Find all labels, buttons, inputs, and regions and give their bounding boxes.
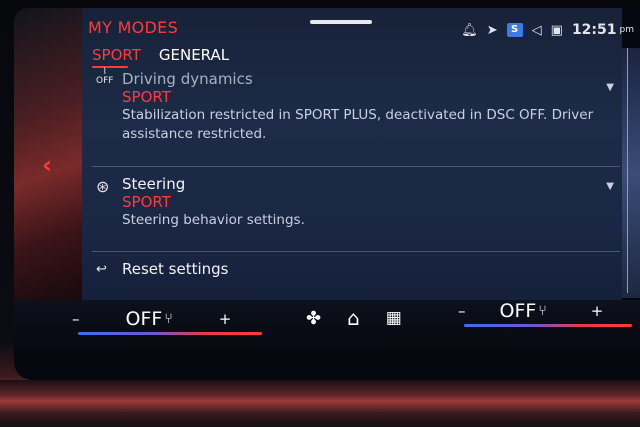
- left-seat-heat-control: – OFF ⑂ +: [72, 308, 231, 330]
- left-seat-value[interactable]: OFF: [126, 308, 163, 330]
- volume-icon[interactable]: ◁: [532, 23, 542, 38]
- setting-description: Steering behavior settings.: [122, 212, 305, 228]
- chevron-down-icon[interactable]: ▼: [606, 181, 614, 192]
- scrollbar[interactable]: [627, 48, 628, 293]
- setting-name: Steering: [122, 175, 186, 193]
- tab-general[interactable]: GENERAL: [159, 46, 229, 64]
- setting-steering[interactable]: ⊛ Steering SPORT Steering behavior setti…: [92, 175, 620, 243]
- right-seat-heat-control: – OFF ⑂ +: [458, 300, 603, 322]
- fan-icon[interactable]: ✤: [306, 308, 321, 329]
- left-seat-minus-button[interactable]: –: [72, 310, 80, 328]
- right-temp-bar[interactable]: [464, 324, 632, 327]
- setting-value: SPORT: [122, 88, 171, 106]
- screen: ‹ MY MODES SPORT GENERAL ⌇ OFF Driving dy…: [14, 8, 640, 380]
- divider: [92, 166, 620, 167]
- reset-settings-label: Reset settings: [122, 260, 229, 278]
- settings-list: ⌇ OFF Driving dynamics SPORT Stabilizatio…: [92, 68, 620, 278]
- back-arrow-icon[interactable]: ‹: [42, 151, 52, 179]
- reset-settings-button[interactable]: ↩ Reset settings: [92, 260, 620, 278]
- right-seat-plus-button[interactable]: +: [591, 302, 604, 320]
- home-icon[interactable]: ⌂: [347, 306, 360, 330]
- tab-bar: SPORT GENERAL: [92, 46, 229, 64]
- apps-grid-icon[interactable]: ▦: [386, 308, 402, 328]
- setting-description: Stabilization restricted in SPORT PLUS, …: [122, 107, 594, 142]
- my-modes-panel: MY MODES SPORT GENERAL ⌇ OFF Driving dyna…: [82, 8, 622, 300]
- setting-name: Driving dynamics: [122, 70, 253, 88]
- tab-sport[interactable]: SPORT: [92, 46, 141, 64]
- dsc-off-label: OFF: [96, 76, 114, 86]
- setting-driving-dynamics[interactable]: ⌇ OFF Driving dynamics SPORT Stabilizatio…: [92, 67, 620, 158]
- location-arrow-icon: ➤: [486, 22, 498, 38]
- divider: [92, 251, 620, 252]
- right-seat-minus-button[interactable]: –: [458, 302, 466, 320]
- seat-heat-icon: ⑂: [538, 303, 547, 319]
- dsc-off-icon: ⌇ OFF: [96, 67, 114, 86]
- clock-time: 12:51: [571, 22, 617, 38]
- vehicle-display: ‹ MY MODES SPORT GENERAL ⌇ OFF Driving dy…: [0, 0, 640, 427]
- status-bar: 🔔︎ ➤ S ◁ ▣ 12:51 pm: [461, 22, 634, 38]
- page-title: MY MODES: [88, 18, 179, 37]
- reset-icon: ↩: [96, 262, 107, 277]
- profile-icon[interactable]: ▣: [551, 23, 563, 38]
- drag-handle[interactable]: [310, 20, 372, 24]
- steering-wheel-icon: ⊛: [96, 177, 110, 196]
- seat-heat-icon: ⑂: [164, 311, 173, 327]
- bell-icon[interactable]: 🔔︎: [461, 23, 478, 38]
- bezel-reflection: [0, 380, 640, 427]
- clock-ampm: pm: [619, 25, 634, 35]
- setting-value: SPORT: [122, 193, 171, 211]
- center-controls: ✤ ⌂ ▦: [306, 306, 402, 330]
- left-seat-plus-button[interactable]: +: [219, 310, 232, 328]
- right-seat-value[interactable]: OFF: [500, 300, 537, 322]
- chevron-down-icon[interactable]: ▼: [606, 82, 614, 93]
- s-box-icon[interactable]: S: [506, 23, 523, 37]
- left-temp-bar[interactable]: [78, 332, 262, 335]
